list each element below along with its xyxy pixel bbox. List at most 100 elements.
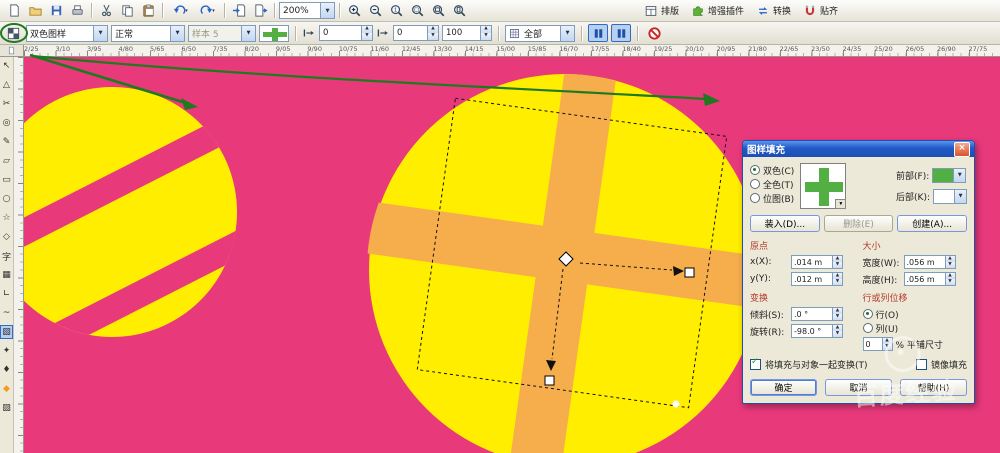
back-color-picker[interactable]: ▼ [933,189,967,204]
convert-button[interactable]: 转换 [750,2,797,20]
width-field[interactable]: .056 m ▲ ▼ [903,255,956,269]
chevron-down-icon[interactable]: ▼ [954,190,966,203]
plugins-button[interactable]: 增强插件 [685,2,750,20]
freehand-tool[interactable]: ✎ [0,135,13,149]
opacity-field[interactable]: 100 ▲ ▼ [442,25,492,41]
skew-field[interactable]: .0 ° ▲ ▼ [791,307,843,321]
zoom-level-combo[interactable]: 200% ▼ [279,2,335,19]
ruler-origin-corner[interactable] [0,45,24,57]
load-button[interactable]: 装入(D)... [750,215,820,232]
zoom-fit-button[interactable] [428,2,448,20]
import-button[interactable] [229,2,249,20]
transparency-tool[interactable]: ▨ [0,401,13,415]
origin-x-field[interactable]: .014 m ▲ ▼ [791,255,843,269]
spinner-arrows[interactable]: ▲ ▼ [944,256,955,268]
mirror-fill-checkbox[interactable] [915,359,927,370]
radio-icon[interactable] [750,179,760,189]
origin-y-field[interactable]: .012 m ▲ ▼ [791,272,843,286]
spinner-arrows[interactable]: ▲ ▼ [832,273,842,285]
zoom-tool[interactable]: ◎ [0,116,13,130]
spinner-arrows[interactable]: ▲ ▼ [881,338,892,350]
radio-icon[interactable] [862,323,873,333]
rotate-field[interactable]: -98.0 ° ▲ ▼ [791,324,843,338]
offset-field-1[interactable]: 0 ▲ ▼ [319,25,373,41]
interactive-fill-tool[interactable]: ▧ [0,325,13,339]
tile-offset-field[interactable]: 0 ▲ ▼ [862,337,893,351]
chevron-down-icon[interactable]: ▼ [170,25,184,41]
ok-button[interactable]: 确定 [750,379,817,396]
tile-node-dot[interactable] [672,400,680,408]
transform-with-object-checkbox[interactable] [750,357,761,370]
pattern-swatch-button[interactable] [259,24,289,42]
copy-button[interactable] [117,2,137,20]
pattern-fill-tool-button[interactable] [3,24,23,42]
offset-field-2[interactable]: 0 ▲ ▼ [393,25,439,41]
close-icon[interactable]: × [954,141,970,157]
outline-pen-tool[interactable]: ♦ [0,363,13,377]
spinner-arrows[interactable]: ▲ ▼ [832,256,842,268]
chevron-down-icon[interactable]: ▼ [93,25,107,41]
spinner-arrows[interactable]: ▲ ▼ [832,325,842,337]
front-color-picker[interactable]: ▼ [932,168,967,183]
table-tool[interactable]: ▦ [0,268,13,282]
undo-button[interactable]: ▾ [167,2,193,20]
horizontal-ruler[interactable]: 2/25 3/10 3/95 4/80 5/65 6/50 7/35 8/20 9/05 9/90… [24,45,1000,57]
snap-button[interactable]: 贴齐 [797,2,844,20]
new-document-button[interactable] [4,2,24,20]
redo-button[interactable]: ▾ [194,2,220,20]
pattern-type-radio[interactable]: 双色(C) [750,163,794,177]
radio-icon[interactable] [750,165,760,175]
no-fill-button[interactable] [644,24,664,42]
zoom-out-button[interactable] [365,2,385,20]
spinner-arrows[interactable]: ▲ ▼ [480,26,491,40]
help-button[interactable]: 帮助(H) [900,379,967,396]
layout-button[interactable]: 排版 [638,2,685,20]
apply-to-combo[interactable]: 全部 ▼ [505,24,575,42]
pattern-type-radio[interactable]: 全色(T) [750,177,794,191]
chevron-down-icon[interactable]: ▼ [835,199,847,209]
spinner-arrows[interactable]: ▲ ▼ [427,26,438,40]
connector-tool[interactable]: ~ [0,306,13,320]
vertical-ruler[interactable] [14,57,24,453]
tile-height-handle[interactable] [544,375,555,386]
text-tool[interactable]: 字 [0,249,13,263]
pattern-type-radio[interactable]: 位图(B) [750,191,794,205]
chevron-down-icon[interactable]: ▼ [953,169,966,182]
spinner-arrows[interactable]: ▲ ▼ [361,26,372,40]
col-radio[interactable]: 列(U) [862,321,968,335]
print-button[interactable] [67,2,87,20]
crop-tool[interactable]: ✂ [0,97,13,111]
cut-button[interactable] [96,2,116,20]
tile-toggle-button-1[interactable] [588,24,608,42]
zoom-in-button[interactable] [344,2,364,20]
tile-width-handle[interactable] [684,267,695,278]
blend-mode-combo[interactable]: 正常 ▼ [111,24,185,42]
pattern-preview-button[interactable]: ▼ [800,163,847,209]
spinner-arrows[interactable]: ▲ ▼ [832,308,842,320]
spinner-arrows[interactable]: ▲ ▼ [944,273,955,285]
chevron-down-icon[interactable]: ▼ [320,3,334,18]
ellipse-tool[interactable]: ○ [0,192,13,206]
pick-tool[interactable]: ↖ [0,59,13,73]
rectangle-tool[interactable]: ▭ [0,173,13,187]
row-radio[interactable]: 行(O) [862,307,968,321]
tile-toggle-button-2[interactable] [611,24,631,42]
cancel-button[interactable]: 取消 [825,379,892,396]
fill-type-combo[interactable]: 双色图样 ▼ [26,24,108,42]
height-field[interactable]: .056 m ▲ ▼ [903,272,956,286]
zoom-actual-button[interactable] [386,2,406,20]
chevron-down-icon[interactable]: ▼ [560,25,574,41]
fill-tool[interactable]: ◆ [0,382,13,396]
paste-button[interactable] [138,2,158,20]
dialog-titlebar[interactable]: 图样填充 × [743,141,974,157]
smart-fill-tool[interactable]: ▱ [0,154,13,168]
zoom-page-button[interactable] [449,2,469,20]
dimension-tool[interactable]: ∟ [0,287,13,301]
open-button[interactable] [25,2,45,20]
zoom-selection-button[interactable] [407,2,427,20]
create-button[interactable]: 创建(A)... [897,215,968,232]
radio-icon[interactable] [862,309,873,319]
basic-shapes-tool[interactable]: ◇ [0,230,13,244]
eyedropper-tool[interactable]: ✦ [0,344,13,358]
polygon-tool[interactable]: ☆ [0,211,13,225]
